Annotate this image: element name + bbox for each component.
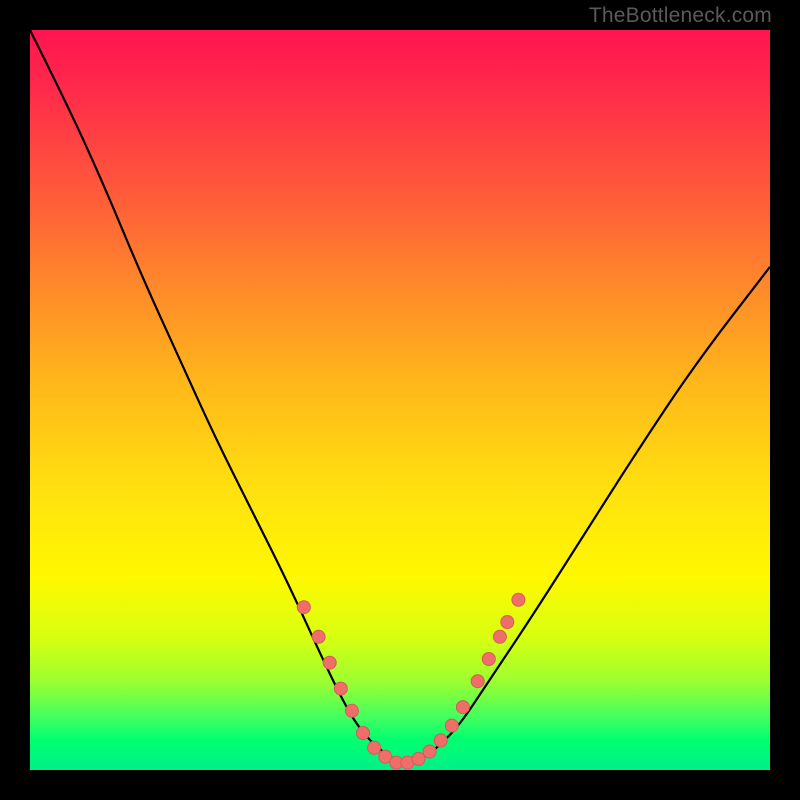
marker-point [334,682,347,695]
marker-point [357,727,370,740]
marker-point [297,601,310,614]
plot-area [30,30,770,770]
marker-point [456,701,469,714]
marker-points [297,593,525,769]
marker-point [423,745,436,758]
marker-point [312,630,325,643]
marker-point [493,630,506,643]
marker-point [512,593,525,606]
marker-point [501,616,514,629]
marker-point [323,656,336,669]
watermark-text: TheBottleneck.com [589,4,772,28]
marker-point [445,719,458,732]
marker-point [345,704,358,717]
bottleneck-chart-svg [30,30,770,770]
bottleneck-curve [30,30,770,762]
marker-point [368,741,381,754]
marker-point [471,675,484,688]
marker-point [434,734,447,747]
marker-point [482,653,495,666]
chart-frame: TheBottleneck.com [0,0,800,800]
marker-point [412,752,425,765]
